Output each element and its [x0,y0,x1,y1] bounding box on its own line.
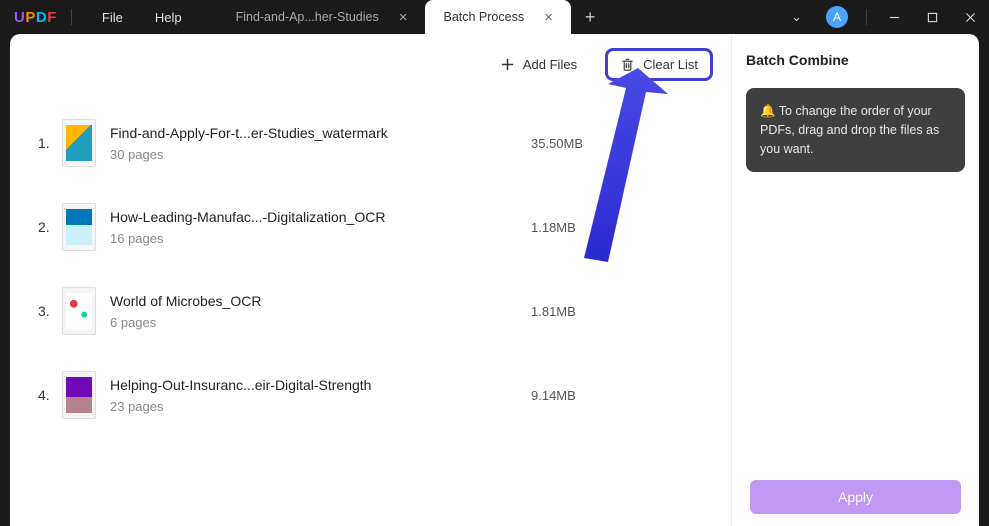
tab-batch-process[interactable]: Batch Process × [425,0,570,34]
row-number: 4. [38,387,62,403]
divider [866,9,867,25]
row-number: 2. [38,219,62,235]
file-list: 1. Find-and-Apply-For-t...er-Studies_wat… [10,91,731,437]
file-row[interactable]: 4. Helping-Out-Insuranc...eir-Digital-St… [38,353,731,437]
main-panel: Add Files Clear List 1. Find-and-Apply-F… [10,34,979,526]
file-thumbnail [62,119,96,167]
window-controls: ⌄ A [777,0,989,34]
file-row[interactable]: 2. How-Leading-Manufac...-Digitalization… [38,185,731,269]
button-label: Add Files [523,57,577,72]
file-name: Find-and-Apply-For-t...er-Studies_waterm… [110,125,531,141]
row-number: 3. [38,303,62,319]
add-files-button[interactable]: Add Files [490,51,587,78]
app-logo: UPDF [14,9,57,26]
button-label: Clear List [643,57,698,72]
file-pages: 30 pages [110,147,531,162]
chevron-down-icon[interactable]: ⌄ [777,9,816,25]
divider [71,9,72,25]
menu-file[interactable]: File [86,10,139,25]
plus-icon [500,57,515,72]
file-pages: 6 pages [110,315,531,330]
file-info: How-Leading-Manufac...-Digitalization_OC… [110,209,531,246]
close-icon[interactable]: × [399,10,408,25]
file-size: 1.81MB [531,304,731,319]
tab-add-button[interactable]: + [571,7,610,28]
file-info: Find-and-Apply-For-t...er-Studies_waterm… [110,125,531,162]
close-button[interactable] [951,0,989,34]
file-row[interactable]: 3. World of Microbes_OCR 6 pages 1.81MB [38,269,731,353]
tab-label: Batch Process [443,10,524,24]
file-row[interactable]: 1. Find-and-Apply-For-t...er-Studies_wat… [38,101,731,185]
close-icon[interactable]: × [544,10,553,25]
file-pages: 23 pages [110,399,531,414]
file-info: Helping-Out-Insuranc...eir-Digital-Stren… [110,377,531,414]
list-toolbar: Add Files Clear List [10,34,731,91]
user-avatar[interactable]: A [826,6,848,28]
maximize-button[interactable] [913,0,951,34]
file-thumbnail [62,287,96,335]
file-thumbnail [62,203,96,251]
clear-list-button[interactable]: Clear List [605,48,713,81]
minimize-button[interactable] [875,0,913,34]
file-name: World of Microbes_OCR [110,293,531,309]
apply-button[interactable]: Apply [750,480,961,514]
tab-document[interactable]: Find-and-Ap...her-Studies × [218,0,426,34]
file-size: 1.18MB [531,220,731,235]
row-number: 1. [38,135,62,151]
sidebar-title: Batch Combine [746,52,965,68]
sidebar: Batch Combine 🔔 To change the order of y… [731,34,979,526]
file-thumbnail [62,371,96,419]
tab-strip: Find-and-Ap...her-Studies × Batch Proces… [218,0,610,34]
file-pages: 16 pages [110,231,531,246]
file-size: 9.14MB [531,388,731,403]
file-list-area: Add Files Clear List 1. Find-and-Apply-F… [10,34,731,526]
trash-icon [620,57,635,72]
tip-box: 🔔 To change the order of your PDFs, drag… [746,88,965,172]
menu-help[interactable]: Help [139,10,198,25]
title-bar: UPDF File Help Find-and-Ap...her-Studies… [0,0,989,34]
file-name: Helping-Out-Insuranc...eir-Digital-Stren… [110,377,531,393]
tab-label: Find-and-Ap...her-Studies [236,10,379,24]
file-info: World of Microbes_OCR 6 pages [110,293,531,330]
file-name: How-Leading-Manufac...-Digitalization_OC… [110,209,531,225]
file-size: 35.50MB [531,136,731,151]
